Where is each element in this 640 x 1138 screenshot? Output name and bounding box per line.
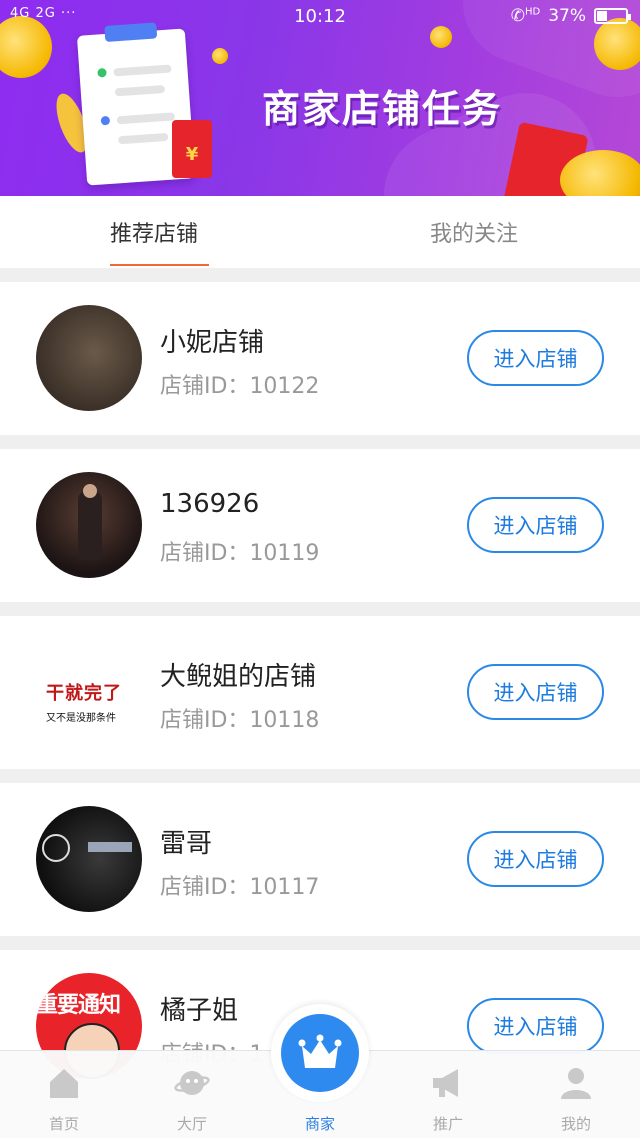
nav-home[interactable]: 首页 [0,1051,128,1138]
merchant-center-button[interactable] [271,1004,369,1102]
shop-name: 136926 [160,489,260,519]
avatar-text: 重要通知 [36,993,121,1018]
shop-avatar: 干就完了 又不是没那条件 [36,639,142,745]
megaphone-icon [433,1069,458,1097]
shop-list: 小妮店铺 店铺ID：10122 进入店铺 136926 店铺ID：10119 进… [0,282,640,1117]
enter-shop-button[interactable]: 进入店铺 [467,497,604,553]
header-banner: ¥ 商家店铺任务 4G 2G ··· 10:12 ✆HD 37% [0,0,640,196]
tab-my-following[interactable]: 我的关注 [430,216,518,248]
nav-hall[interactable]: 大厅 [128,1051,256,1138]
avatar-subtext: 又不是没那条件 [46,713,116,724]
banner-title: 商家店铺任务 [262,87,503,131]
battery-icon [594,8,631,24]
tab-recommended-shops[interactable]: 推荐店铺 [110,216,198,248]
shop-card: 136926 店铺ID：10119 进入店铺 [0,449,640,602]
tab-bar: 推荐店铺 我的关注 [0,196,640,268]
shop-id: 店铺ID：10118 [160,708,320,733]
shop-name: 橘子姐 [160,996,239,1026]
shop-id: 店铺ID：10119 [160,541,320,566]
enter-shop-button[interactable]: 进入店铺 [467,998,604,1054]
shop-avatar [36,472,142,578]
shop-card: 雷哥 店铺ID：10117 进入店铺 [0,783,640,936]
shop-name: 小妮店铺 [160,328,265,358]
shop-id: 店铺ID：10122 [160,374,320,399]
home-icon [50,1069,78,1098]
planet-icon [174,1071,210,1095]
active-tab-indicator [110,264,209,266]
red-envelope-icon: ¥ [172,120,212,178]
enter-shop-button[interactable]: 进入店铺 [467,330,604,386]
status-bar: 4G 2G ··· 10:12 ✆HD 37% [0,0,640,34]
shop-card: 小妮店铺 店铺ID：10122 进入店铺 [0,282,640,435]
shop-name: 雷哥 [160,829,213,859]
shop-card: 干就完了 又不是没那条件 大鲵姐的店铺 店铺ID：10118 进入店铺 [0,616,640,769]
shop-avatar [36,305,142,411]
call-hd-icon: ✆HD [510,6,541,26]
enter-shop-button[interactable]: 进入店铺 [467,664,604,720]
status-right: ✆HD 37% [510,6,631,26]
shop-avatar [36,806,142,912]
coin-icon [212,48,228,64]
user-icon [561,1068,591,1099]
enter-shop-button[interactable]: 进入店铺 [467,831,604,887]
nav-mine[interactable]: 我的 [512,1051,640,1138]
battery-percent: 37% [548,6,586,26]
shop-id: 店铺ID：10117 [160,875,320,900]
avatar-text: 干就完了 [46,683,122,704]
shop-name: 大鲵姐的店铺 [160,662,317,692]
crown-icon [298,1034,342,1068]
nav-promote[interactable]: 推广 [384,1051,512,1138]
